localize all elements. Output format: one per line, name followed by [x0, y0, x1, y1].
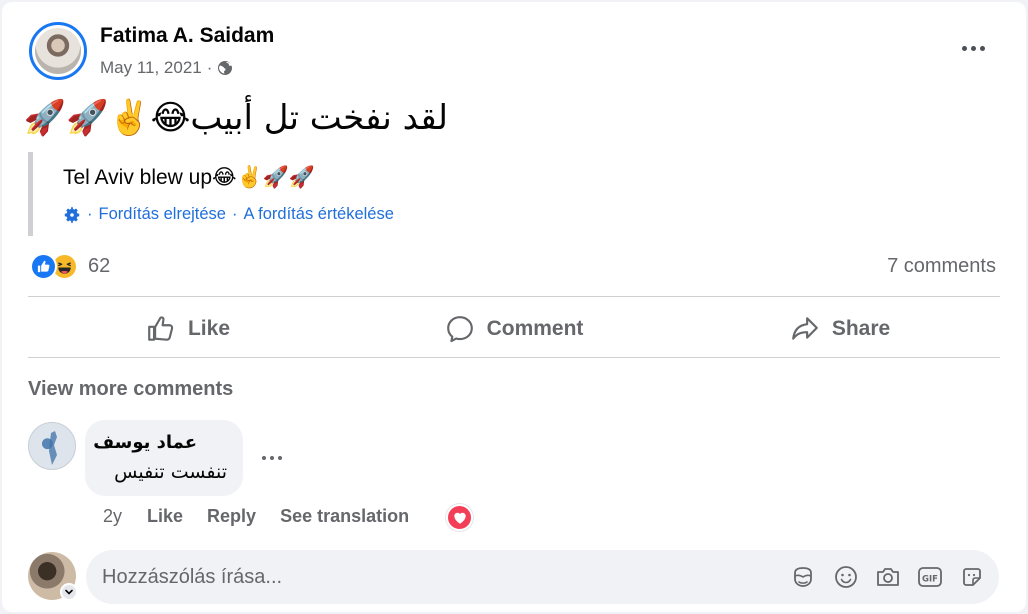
camera-icon[interactable] — [874, 563, 902, 591]
globe-icon[interactable] — [217, 60, 233, 76]
comment-input[interactable] — [102, 562, 782, 592]
translation-box: Tel Aviv blew up😂✌️🚀🚀 · Fordítás elrejté… — [28, 152, 588, 236]
comment-text: تنفست تنفيس — [114, 461, 227, 483]
map-icon — [49, 431, 57, 465]
comment-actions: 2y Like Reply See translation — [103, 506, 433, 527]
share-label: Share — [831, 317, 891, 340]
post-meta: May 11, 2021 · — [100, 58, 233, 78]
more-icon — [961, 45, 985, 51]
share-button[interactable]: Share — [680, 307, 1000, 351]
share-icon — [791, 317, 818, 340]
view-more-comments-link[interactable]: View more comments — [28, 378, 233, 401]
thumbs-up-icon — [148, 316, 174, 341]
reaction-count[interactable]: 62 — [88, 255, 110, 278]
translation-separator: · — [87, 205, 93, 223]
see-translation-link[interactable]: See translation — [280, 506, 409, 527]
divider — [28, 296, 1000, 297]
comment-options-button[interactable] — [257, 448, 287, 468]
gif-icon[interactable]: GIF — [916, 563, 944, 591]
post-options-button[interactable] — [952, 32, 994, 64]
love-reaction-icon[interactable] — [446, 504, 473, 531]
rate-translation-link[interactable]: A fordítás értékelése — [243, 205, 393, 224]
comment-reply-button[interactable]: Reply — [207, 506, 256, 527]
comments-count[interactable]: 7 comments — [887, 255, 996, 278]
emoji-icon[interactable] — [832, 563, 860, 591]
commenter-name[interactable]: عماد يوسف — [93, 432, 197, 453]
comment-like-button[interactable]: Like — [147, 506, 183, 527]
translated-text: Tel Aviv blew up😂✌️🚀🚀 — [63, 166, 316, 189]
gear-icon[interactable] — [63, 206, 81, 224]
comment-icon — [446, 316, 473, 343]
like-reaction-icon — [30, 253, 57, 280]
translation-links: · Fordítás elrejtése · A fordítás értéke… — [63, 205, 394, 224]
chevron-down-icon[interactable] — [60, 583, 78, 601]
translation-separator: · — [231, 205, 238, 223]
avatar-sticker-icon[interactable] — [789, 563, 817, 591]
author-avatar[interactable] — [29, 22, 87, 80]
svg-text:GIF: GIF — [922, 575, 938, 585]
comment-composer[interactable]: GIF — [86, 550, 999, 604]
author-name[interactable]: Fatima A. Saidam — [100, 24, 274, 48]
sticker-icon[interactable] — [958, 563, 986, 591]
commenter-avatar[interactable] — [28, 422, 76, 470]
meta-separator: · — [206, 58, 213, 77]
like-button[interactable]: Like — [28, 307, 348, 351]
comment-bubble: عماد يوسف تنفست تنفيس — [85, 420, 243, 496]
more-icon — [262, 456, 282, 460]
comment-button[interactable]: Comment — [354, 307, 674, 351]
divider — [28, 357, 1000, 358]
comment-label: Comment — [486, 317, 584, 340]
hide-translation-link[interactable]: Fordítás elrejtése — [99, 205, 226, 224]
reactions-summary[interactable]: 62 — [30, 253, 110, 280]
post-date[interactable]: May 11, 2021 — [100, 58, 202, 78]
post-card: Fatima A. Saidam May 11, 2021 · لقد نفخت… — [2, 2, 1026, 612]
comment-age[interactable]: 2y — [103, 506, 122, 527]
author-photo — [35, 28, 81, 74]
like-label: Like — [187, 317, 231, 340]
post-text: لقد نفخت تل أبيب😂✌️🚀🚀 — [23, 98, 448, 138]
